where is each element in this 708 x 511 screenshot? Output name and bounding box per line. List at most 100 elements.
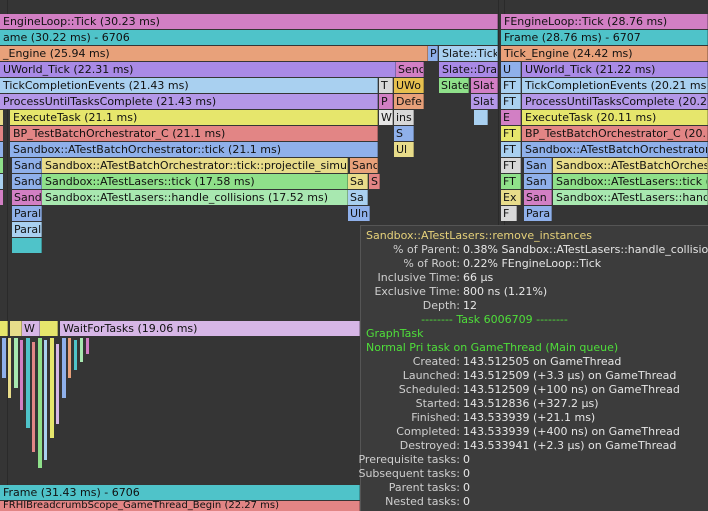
tooltip-value: 143.512509 (+3.3 µs) on GameThread [463, 369, 677, 382]
event-p[interactable]: P [379, 94, 393, 109]
event-sliver[interactable] [10, 321, 22, 336]
event-sandbox-orchestrator-tick-next[interactable]: Sandbox::ATestBatchOrchestrator::ti [522, 142, 708, 157]
event-lasers-tick[interactable]: Sandbox::ATestLasers::tick (17.58 ms) [42, 174, 348, 189]
event-sliver[interactable] [0, 110, 3, 125]
event-e[interactable]: E [501, 110, 521, 125]
tooltip-key: Launched: [402, 369, 460, 382]
event-slat[interactable]: Slat [471, 94, 498, 109]
tooltip-task-desc: Normal Pri task on GameThread (Main queu… [366, 341, 619, 354]
event-process-until-tasks-complete[interactable]: ProcessUntilTasksComplete (21.43 ms) [0, 94, 378, 109]
event-process-until-tasks-complete-next[interactable]: ProcessUntilTasksComplete (20.21 m [522, 94, 708, 109]
event-sliver[interactable] [0, 126, 3, 141]
event-ft[interactable]: FT [501, 78, 521, 93]
event-rhi-breadcrumb-scope[interactable]: FRHIBreadcrumbScope_GameThread_Begin (22… [0, 501, 360, 511]
event-sliver[interactable] [0, 190, 3, 205]
event-handle-collisions[interactable]: Sandbox::ATestLasers::handle_collisions … [42, 190, 348, 205]
tooltip-key: Started: [415, 397, 460, 410]
event-san[interactable]: San [524, 190, 552, 205]
tooltip-key: Nested tasks: [385, 495, 460, 508]
tooltip-key: Depth: [422, 299, 460, 312]
tooltip-value: 143.533939 (+400 ns) on GameThread [463, 425, 680, 438]
event-sand[interactable]: Sand [12, 174, 42, 189]
event-u[interactable]: U [501, 62, 521, 77]
event-small-block[interactable] [12, 238, 42, 253]
event-engine-loop-tick-next[interactable]: FEngineLoop::Tick (28.76 ms) [501, 14, 708, 29]
event-slate-tick[interactable]: Slate::Tick [439, 46, 498, 61]
tooltip-key: Prerequisite tasks: [358, 453, 460, 466]
event-sliver[interactable] [0, 321, 8, 336]
event-projectile-simulation-next[interactable]: Sandbox::ATestBatchOrchestra [553, 158, 708, 173]
event-ul[interactable]: Ul [394, 142, 414, 157]
event-parallel[interactable]: Paral [12, 222, 42, 237]
event-execute-task-next[interactable]: ExecuteTask (20.11 ms) [522, 110, 708, 125]
tooltip-value: 143.512505 on GameThread [463, 355, 622, 368]
event-tick-completion-events[interactable]: TickCompletionEvents (21.43 ms) [0, 78, 378, 93]
event-uworld-tick-next[interactable]: UWorld_Tick (21.22 ms) [522, 62, 708, 77]
event-t[interactable]: T [379, 78, 393, 93]
event-execute-task[interactable]: ExecuteTask (21.1 ms) [10, 110, 378, 125]
event-ex[interactable]: Ex [501, 190, 521, 205]
tooltip-value: 12 [463, 299, 477, 312]
event-sa[interactable]: Sa [348, 174, 368, 189]
event-tick-completion-events-next[interactable]: TickCompletionEvents (20.21 ms) [522, 78, 708, 93]
tooltip-value: 0 [463, 481, 470, 494]
event-sliver[interactable] [0, 174, 3, 189]
event-bp-test-batch-orchestrator[interactable]: BP_TestBatchOrchestrator_C (21.1 ms) [10, 126, 378, 141]
event-small-block[interactable] [474, 110, 488, 125]
tooltip-key: Inclusive Time: [377, 271, 460, 284]
event-san[interactable]: San [524, 174, 552, 189]
event-tick-engine[interactable]: _Engine (25.94 ms) [0, 46, 428, 61]
event-frame-next[interactable]: Frame (28.76 ms) - 6707 [501, 30, 708, 45]
tooltip-task-type: GraphTask [366, 327, 424, 340]
event-frame[interactable]: ame (30.22 ms) - 6706 [0, 30, 498, 45]
event-w[interactable]: W [379, 110, 393, 125]
event-uworld-tick[interactable]: UWorld_Tick (22.31 ms) [0, 62, 396, 77]
tooltip-value: 143.512509 (+100 ns) on GameThread [463, 383, 680, 396]
event-defe[interactable]: Defe [394, 94, 424, 109]
event-ft[interactable]: FT [501, 126, 521, 141]
event-uln[interactable]: Uln [348, 206, 370, 221]
event-handle-collisions-next[interactable]: Sandbox::ATestLasers::handle [553, 190, 708, 205]
event-send[interactable]: Send [396, 62, 424, 77]
event-sliver[interactable] [0, 158, 3, 173]
tooltip-key: Completed: [396, 425, 460, 438]
tooltip-value: 0.38% Sandbox::ATestLasers::handle_colli… [463, 243, 708, 256]
tooltip-key: % of Root: [403, 257, 460, 270]
event-sliver[interactable] [40, 321, 58, 336]
event-parallel[interactable]: Paral [524, 206, 552, 221]
tooltip-value: 0 [463, 495, 470, 508]
event-w[interactable]: W [22, 321, 40, 336]
event-slat[interactable]: Slat [471, 78, 498, 93]
event-sand[interactable]: Sand [350, 158, 378, 173]
tooltip-key: Created: [412, 355, 460, 368]
event-lasers-tick-next[interactable]: Sandbox::ATestLasers::tick (1 [553, 174, 708, 189]
tooltip-key: Finished: [411, 411, 460, 424]
event-projectile-simulation[interactable]: Sandbox::ATestBatchOrchestrator::tick::p… [42, 158, 348, 173]
event-sand[interactable]: Sand [12, 190, 42, 205]
event-parallel[interactable]: Paral [12, 206, 42, 221]
event-san[interactable]: San [524, 158, 552, 173]
tooltip-value: 0.22% FEngineLoop::Tick [463, 257, 602, 270]
event-slate-draw[interactable]: Slate::Draw [439, 62, 498, 77]
event-f[interactable]: F [501, 206, 517, 221]
event-ft[interactable]: FT [501, 174, 521, 189]
event-frame-bottom[interactable]: Frame (31.43 ms) - 6706 [0, 485, 360, 500]
event-bp-test-batch-orchestrator-next[interactable]: BP_TestBatchOrchestrator_C (20.11 [522, 126, 708, 141]
event-tick-engine-next[interactable]: Tick_Engine (24.42 ms) [501, 46, 708, 61]
event-sandbox-orchestrator-tick[interactable]: Sandbox::ATestBatchOrchestrator::tick (2… [10, 142, 378, 157]
event-sand[interactable]: Sand [12, 158, 42, 173]
event-sa[interactable]: Sa [348, 190, 368, 205]
event-engine-loop-tick[interactable]: EngineLoop::Tick (30.23 ms) [0, 14, 498, 29]
event-ft[interactable]: FT [501, 142, 521, 157]
tooltip-title: Sandbox::ATestLasers::remove_instances [366, 229, 592, 242]
event-p[interactable]: P [428, 46, 438, 61]
event-s[interactable]: S [394, 126, 414, 141]
event-uwo[interactable]: UWo [394, 78, 424, 93]
event-sliver[interactable] [0, 142, 3, 157]
tooltip-value: 143.512836 (+327.2 µs) [463, 397, 599, 410]
event-ins[interactable]: ins [394, 110, 414, 125]
event-ft[interactable]: FT [501, 94, 521, 109]
event-s[interactable]: S [369, 174, 380, 189]
event-slate[interactable]: Slate: [439, 78, 469, 93]
event-ft[interactable]: FT [501, 158, 521, 173]
